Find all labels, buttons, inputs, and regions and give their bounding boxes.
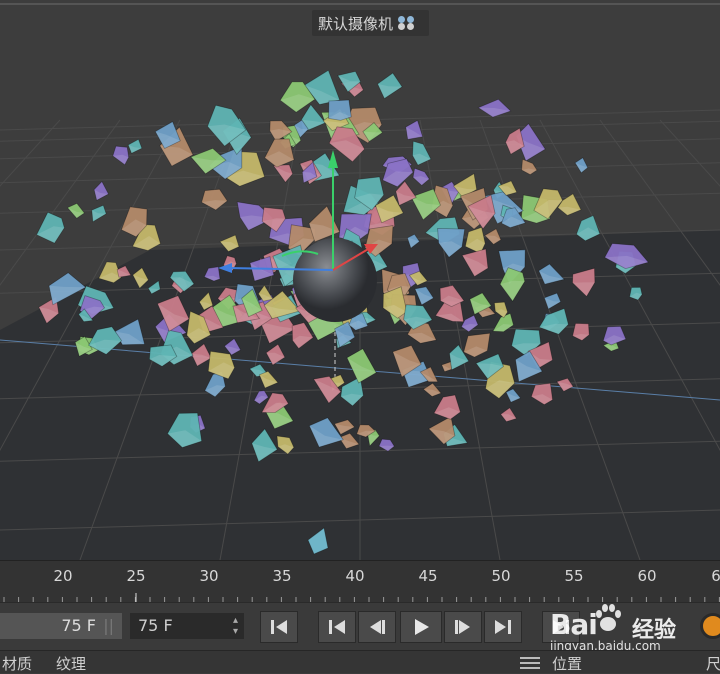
tick-label: 55 — [564, 567, 584, 585]
scene-canvas[interactable] — [0, 0, 720, 560]
settings-gear-icon[interactable] — [700, 613, 720, 639]
tick-label: 6 — [711, 567, 720, 585]
tab-position[interactable]: 位置 — [552, 653, 582, 674]
next-key-button[interactable] — [484, 611, 522, 643]
tick-label: 50 — [491, 567, 511, 585]
play-button[interactable] — [400, 611, 442, 643]
step-back-button[interactable] — [358, 611, 396, 643]
current-frame-field[interactable]: 75 F || — [0, 613, 122, 639]
timeline-ruler[interactable]: 20 25 30 35 40 45 50 55 60 6 — [0, 560, 720, 603]
play-icon — [415, 619, 429, 635]
bottom-panel-bar: 材质 纹理 位置 尺 — [0, 650, 720, 673]
step-forward-button[interactable] — [444, 611, 482, 643]
camera-label[interactable]: 默认摄像机 — [312, 10, 430, 36]
tick-label: 45 — [418, 567, 438, 585]
current-frame-value: 75 F — [61, 616, 96, 635]
watermark-brand: 经验 — [632, 618, 677, 643]
end-frame-value: 75 F — [138, 616, 173, 635]
go-to-start-icon — [271, 620, 287, 634]
camera-label-text: 默认摄像机 — [318, 14, 394, 33]
go-to-start-button[interactable] — [260, 611, 298, 643]
next-key-icon — [495, 620, 511, 634]
step-back-icon — [370, 620, 385, 634]
menu-icon[interactable] — [520, 657, 540, 669]
previous-key-icon — [329, 620, 345, 634]
tab-cut[interactable]: 尺 — [706, 653, 720, 674]
gizmo-y-arrow — [328, 150, 338, 168]
tick-label: 40 — [345, 567, 365, 585]
tab-material[interactable]: 材质 — [2, 653, 32, 674]
tab-texture[interactable]: 纹理 — [56, 653, 86, 674]
previous-key-button[interactable] — [318, 611, 356, 643]
3d-viewport[interactable]: 默认摄像机 — [0, 0, 720, 560]
watermark-logo: Bai — [550, 608, 598, 641]
tick-label: 20 — [53, 567, 73, 585]
tick-label: 30 — [199, 567, 219, 585]
step-forward-icon — [455, 620, 470, 634]
tick-label: 25 — [126, 567, 146, 585]
tick-label: 35 — [272, 567, 292, 585]
tick-label: 60 — [637, 567, 657, 585]
camera-icon — [397, 16, 423, 30]
paw-icon — [596, 604, 621, 631]
end-frame-field[interactable]: 75 F ▴ ▾ — [130, 613, 244, 639]
